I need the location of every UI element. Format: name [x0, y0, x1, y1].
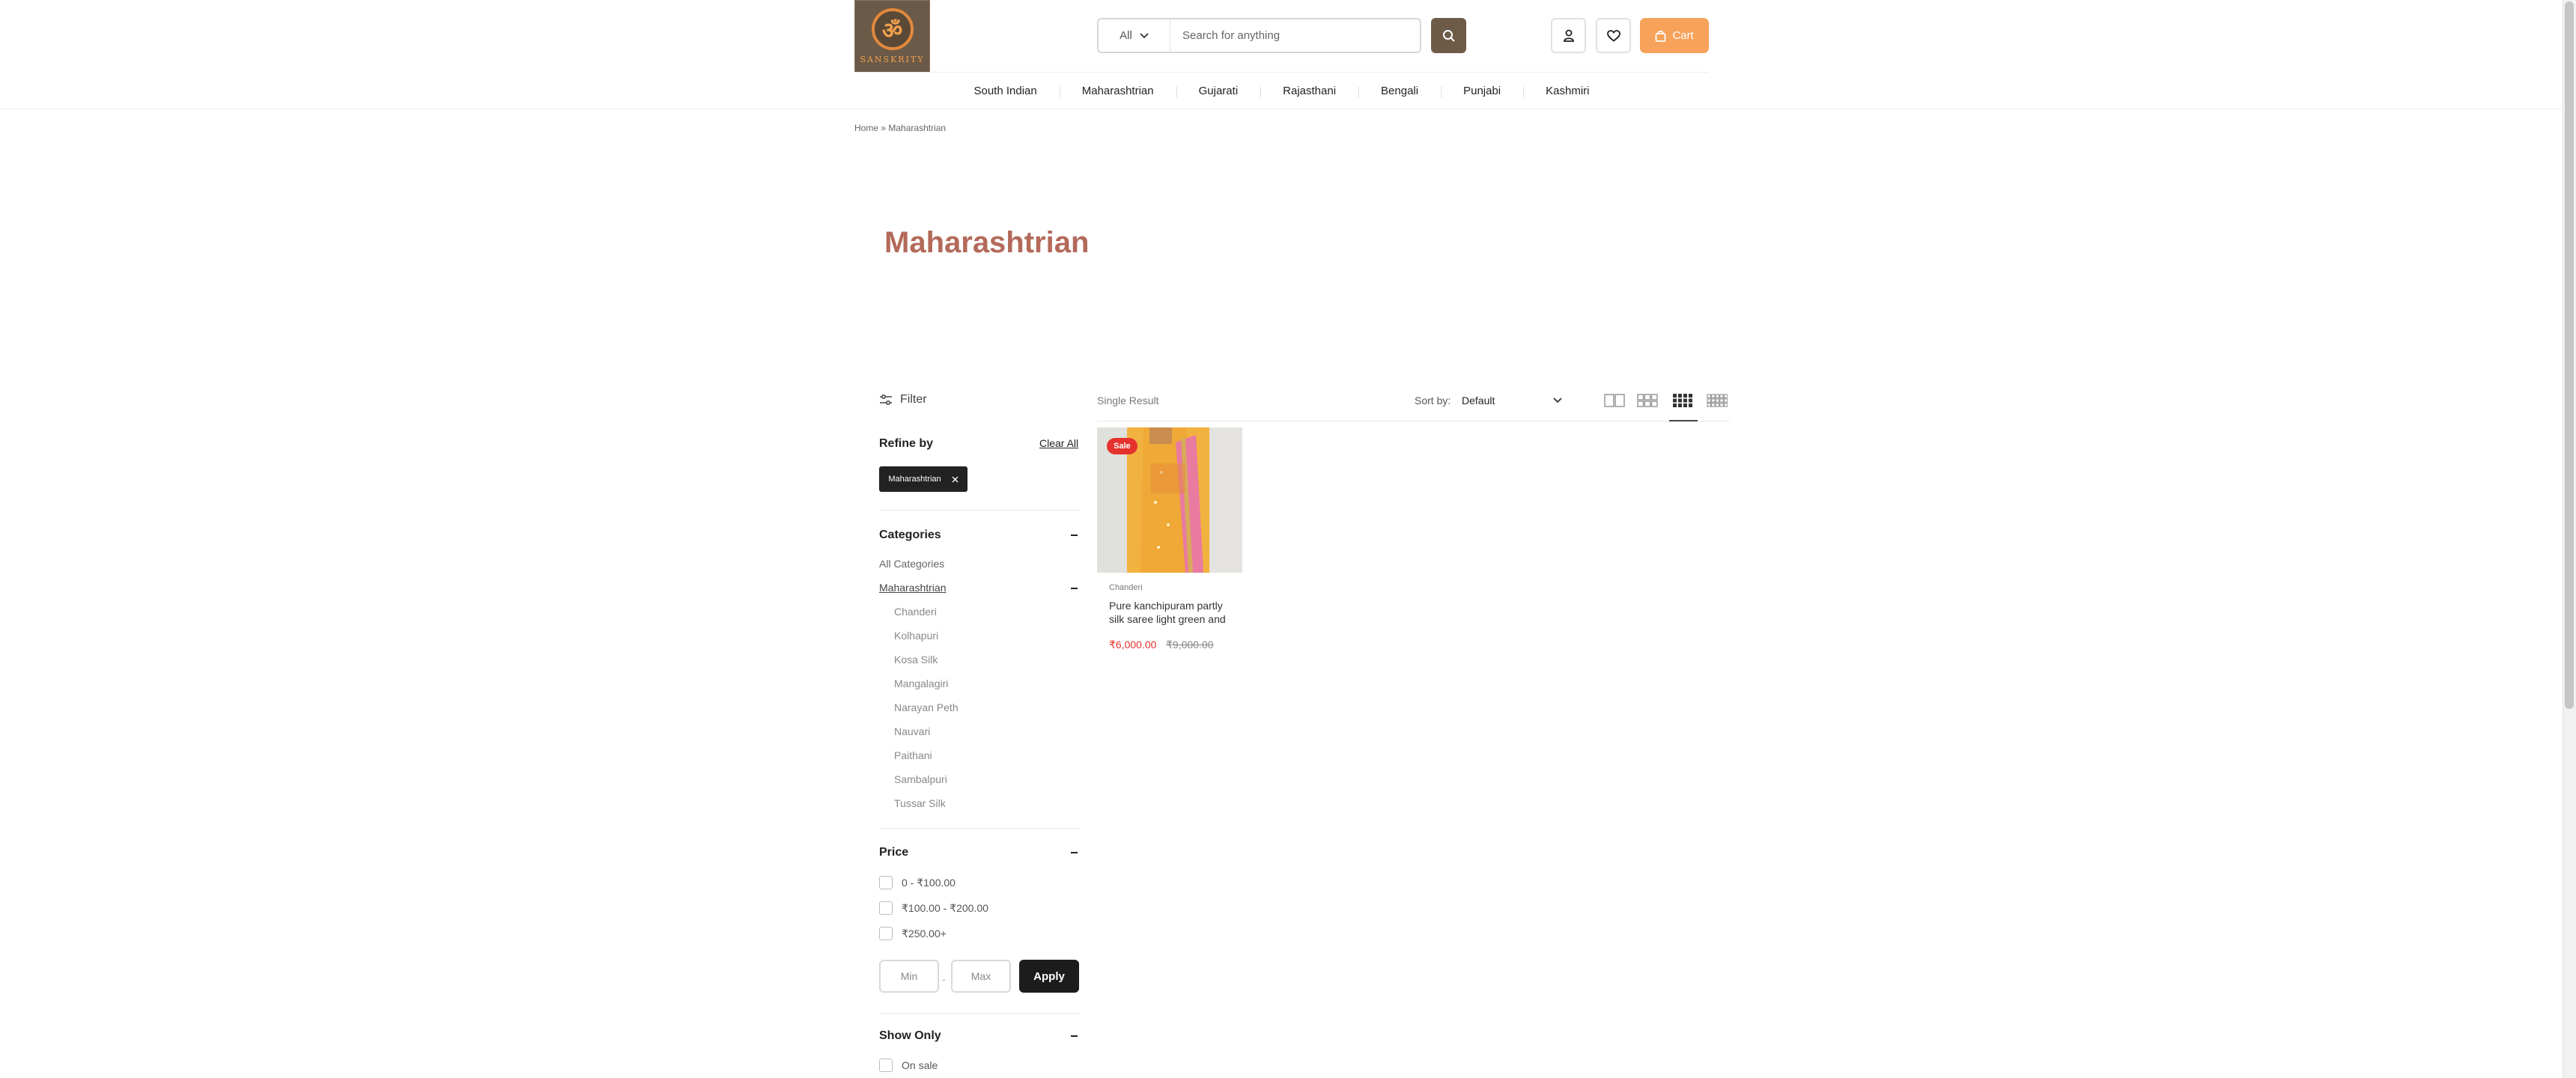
subcategory-item[interactable]: Nauvari — [894, 725, 930, 737]
grid-5-icon — [1707, 394, 1728, 407]
category-maharashtrian[interactable]: Maharashtrian — [879, 582, 947, 594]
collapse-minus-icon[interactable] — [1071, 535, 1078, 536]
price-min-input[interactable] — [879, 960, 939, 993]
price-heading[interactable]: Price — [879, 846, 908, 859]
sort-label: Sort by: — [1415, 395, 1451, 406]
show-only-label: On sale — [902, 1059, 938, 1071]
nav-item-gujarati[interactable]: Gujarati — [1176, 85, 1261, 97]
subcategory-item[interactable]: Mangalagiri — [894, 677, 948, 689]
account-button[interactable] — [1551, 18, 1586, 53]
search-button[interactable] — [1431, 18, 1466, 53]
result-count: Single Result — [1097, 395, 1159, 406]
sidebar-divider — [879, 1013, 1079, 1014]
search-bar: All — [1097, 18, 1421, 53]
product-original-price: ₹9,000.00 — [1166, 639, 1214, 651]
grid-2-icon — [1604, 394, 1625, 407]
product-category[interactable]: Chanderi — [1109, 583, 1143, 592]
sliders-icon — [880, 395, 892, 405]
sidebar-divider — [879, 510, 1079, 511]
grid-4-icon — [1673, 394, 1692, 407]
nav-item-punjabi[interactable]: Punjabi — [1441, 85, 1523, 97]
active-filter-label: Maharashtrian — [888, 475, 941, 484]
search-category-label: All — [1120, 29, 1132, 42]
subcategory-item[interactable]: Tussar Silk — [894, 797, 946, 809]
logo-emblem-icon: ॐ — [871, 8, 914, 50]
subcategory-item[interactable]: Kolhapuri — [894, 630, 938, 642]
subcategory-item[interactable]: Paithani — [894, 749, 932, 761]
collapse-minus-icon[interactable] — [1071, 588, 1078, 589]
price-range-option[interactable]: ₹250.00+ — [879, 927, 947, 940]
grid-5-view-button[interactable] — [1705, 389, 1729, 412]
show-only-heading[interactable]: Show Only — [879, 1029, 941, 1043]
nav-item-maharashtrian[interactable]: Maharashtrian — [1059, 85, 1176, 97]
price-range-label: 0 - ₹100.00 — [902, 876, 956, 889]
nav-item-bengali[interactable]: Bengali — [1358, 85, 1441, 97]
logo-text: SANSKRITY — [860, 55, 925, 64]
sort-value: Default — [1462, 395, 1495, 406]
breadcrumb-separator: » — [881, 123, 887, 133]
sort-select[interactable]: Default — [1462, 389, 1562, 412]
breadcrumb: Home » Maharashtrian — [854, 123, 946, 133]
collapse-minus-icon[interactable] — [1071, 852, 1078, 853]
nav-item-kashmiri[interactable]: Kashmiri — [1523, 85, 1611, 97]
category-all[interactable]: All Categories — [879, 558, 944, 570]
shopping-bag-icon — [1655, 30, 1666, 42]
clear-all-link[interactable]: Clear All — [1039, 437, 1078, 449]
checkbox[interactable] — [879, 901, 893, 915]
subcategory-item[interactable]: Sambalpuri — [894, 773, 947, 785]
product-sale-price: ₹6,000.00 — [1109, 639, 1157, 651]
search-icon — [1442, 29, 1455, 42]
breadcrumb-current: Maharashtrian — [888, 123, 947, 133]
nav-item-south-indian[interactable]: South Indian — [951, 85, 1059, 97]
collapse-minus-icon[interactable] — [1071, 1035, 1078, 1037]
sale-badge: Sale — [1107, 438, 1137, 454]
checkbox[interactable] — [879, 927, 893, 940]
nav-item-rajasthani[interactable]: Rajasthani — [1260, 85, 1358, 97]
sidebar-divider — [879, 828, 1079, 829]
wishlist-button[interactable] — [1596, 18, 1631, 53]
page-title: Maharashtrian — [884, 226, 1090, 259]
price-range-label: ₹250.00+ — [902, 927, 947, 940]
grid-4-view-button[interactable] — [1671, 389, 1695, 412]
show-only-option[interactable]: On sale — [879, 1059, 938, 1072]
price-range-label: ₹100.00 - ₹200.00 — [902, 901, 988, 914]
subcategory-item[interactable]: Kosa Silk — [894, 654, 938, 666]
search-input[interactable] — [1170, 29, 1410, 42]
active-view-indicator — [1669, 420, 1698, 421]
checkbox[interactable] — [879, 876, 893, 889]
cart-label: Cart — [1672, 29, 1694, 42]
price-max-input[interactable] — [951, 960, 1011, 993]
grid-2-view-button[interactable] — [1603, 389, 1626, 412]
search-category-select[interactable]: All — [1099, 19, 1170, 52]
header-divider — [854, 72, 1709, 73]
filter-label: Filter — [900, 393, 927, 406]
refine-by-heading: Refine by — [879, 437, 934, 450]
chevron-down-icon — [1140, 32, 1149, 38]
filter-toggle-button[interactable]: Filter — [879, 393, 927, 406]
subcategory-item[interactable]: Narayan Peth — [894, 701, 959, 713]
price-range-option[interactable]: 0 - ₹100.00 — [879, 876, 956, 889]
range-separator: - — [942, 973, 946, 985]
scrollbar-thumb[interactable] — [2565, 1, 2574, 709]
apply-price-button[interactable]: Apply — [1019, 960, 1079, 993]
active-filter-chip[interactable]: Maharashtrian — [879, 466, 967, 492]
site-logo[interactable]: ॐ SANSKRITY — [854, 0, 930, 73]
product-title[interactable]: Pure kanchipuram partly silk saree light… — [1109, 599, 1236, 626]
main-nav: South Indian Maharashtrian Gujarati Raja… — [854, 73, 1709, 108]
user-icon — [1563, 29, 1574, 42]
subcategory-item[interactable]: Chanderi — [894, 606, 937, 618]
grid-3-icon — [1637, 394, 1658, 407]
grid-3-view-button[interactable] — [1635, 389, 1659, 412]
heart-icon — [1606, 29, 1620, 42]
close-icon[interactable] — [952, 476, 959, 483]
chevron-down-icon — [1553, 398, 1562, 404]
price-range-option[interactable]: ₹100.00 - ₹200.00 — [879, 901, 988, 915]
checkbox[interactable] — [879, 1059, 893, 1072]
cart-button[interactable]: Cart — [1640, 18, 1709, 53]
breadcrumb-home[interactable]: Home — [854, 123, 878, 133]
categories-heading[interactable]: Categories — [879, 529, 941, 542]
